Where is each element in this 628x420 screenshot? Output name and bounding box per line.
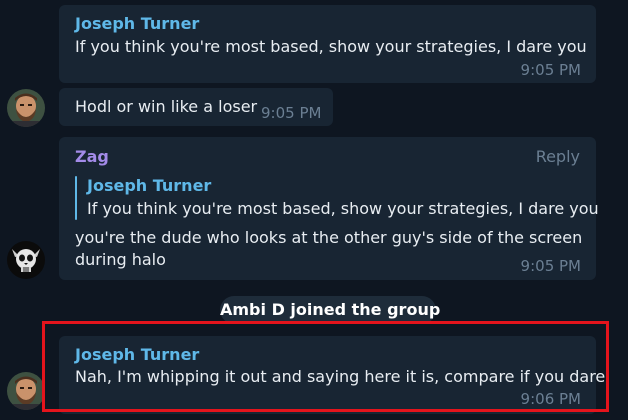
bearded-man-avatar[interactable] bbox=[7, 89, 45, 127]
quote-bar bbox=[75, 176, 77, 220]
message-text: you're the dude who looks at the other g… bbox=[75, 228, 583, 247]
sender-name[interactable]: Zag bbox=[75, 147, 109, 166]
reply-button[interactable]: Reply bbox=[536, 147, 580, 166]
message-timestamp: 9:05 PM bbox=[520, 61, 581, 79]
message-timestamp: 9:06 PM bbox=[520, 390, 581, 408]
message-text: Nah, I'm whipping it out and saying here… bbox=[75, 367, 606, 386]
message-bubble[interactable]: Joseph Turner If you think you're most b… bbox=[59, 5, 596, 83]
message-bubble[interactable]: Zag Reply Joseph Turner If you think you… bbox=[59, 137, 599, 280]
skull-avatar[interactable] bbox=[7, 241, 45, 279]
quoted-sender-name: Joseph Turner bbox=[87, 176, 212, 195]
sender-name[interactable]: Joseph Turner bbox=[75, 345, 199, 364]
service-message: Ambi D joined the group bbox=[220, 296, 440, 324]
message-bubble[interactable]: Joseph Turner Nah, I'm whipping it out a… bbox=[59, 336, 605, 414]
bearded-man-avatar[interactable] bbox=[7, 372, 45, 410]
sender-name[interactable]: Joseph Turner bbox=[75, 14, 199, 33]
message-timestamp: 9:05 PM bbox=[520, 257, 581, 275]
message-text: during halo bbox=[75, 250, 166, 269]
quoted-text: If you think you're most based, show you… bbox=[87, 199, 599, 218]
message-bubble[interactable]: Hodl or win like a loser 9:05 PM bbox=[59, 88, 333, 126]
message-text: Hodl or win like a loser bbox=[75, 97, 258, 116]
message-timestamp: 9:05 PM bbox=[261, 104, 322, 122]
message-text: If you think you're most based, show you… bbox=[75, 37, 587, 56]
